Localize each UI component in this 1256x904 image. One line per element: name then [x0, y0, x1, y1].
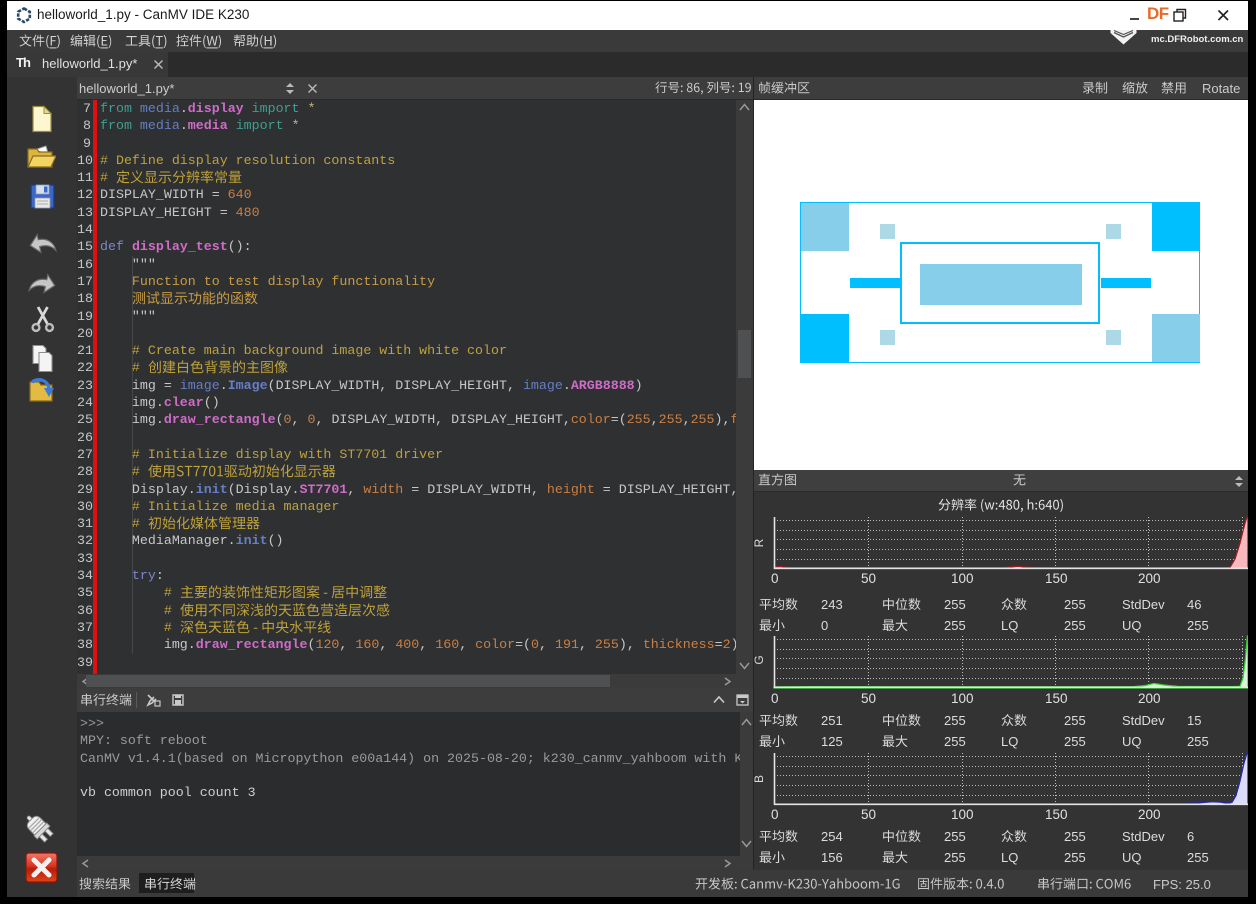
svg-text:StdDev: StdDev: [1122, 829, 1165, 844]
svg-text:50: 50: [861, 691, 876, 706]
svg-text:LQ: LQ: [1001, 734, 1018, 749]
svg-text:50: 50: [861, 571, 876, 586]
svg-text:150: 150: [1045, 691, 1068, 706]
svg-text:0: 0: [821, 618, 828, 633]
svg-text:255: 255: [944, 734, 966, 749]
svg-text:G: G: [754, 655, 766, 664]
svg-text:15: 15: [1187, 713, 1201, 728]
svg-text:251: 251: [821, 713, 843, 728]
svg-text:255: 255: [944, 597, 966, 612]
svg-text:255: 255: [1064, 713, 1086, 728]
svg-text:255: 255: [1064, 618, 1086, 633]
svg-text:LQ: LQ: [1001, 618, 1018, 633]
svg-text:255: 255: [1064, 597, 1086, 612]
svg-text:UQ: UQ: [1122, 734, 1142, 749]
svg-text:StdDev: StdDev: [1122, 597, 1165, 612]
svg-text:254: 254: [821, 829, 843, 844]
svg-text:50: 50: [861, 807, 876, 822]
svg-text:255: 255: [944, 850, 966, 865]
svg-text:255: 255: [1187, 734, 1209, 749]
svg-text:255: 255: [944, 618, 966, 633]
svg-text:255: 255: [1064, 850, 1086, 865]
svg-text:150: 150: [1045, 807, 1068, 822]
svg-text:LQ: LQ: [1001, 850, 1018, 865]
svg-text:200: 200: [1138, 691, 1161, 706]
svg-text:6: 6: [1187, 829, 1194, 844]
svg-text:125: 125: [821, 734, 843, 749]
svg-text:243: 243: [821, 597, 843, 612]
svg-text:StdDev: StdDev: [1122, 713, 1165, 728]
svg-text:255: 255: [1064, 734, 1086, 749]
svg-text:255: 255: [1064, 829, 1086, 844]
svg-text:200: 200: [1138, 571, 1161, 586]
svg-text:B: B: [754, 775, 766, 783]
svg-text:100: 100: [951, 691, 974, 706]
svg-text:255: 255: [1187, 618, 1209, 633]
svg-text:156: 156: [821, 850, 843, 865]
svg-text:UQ: UQ: [1122, 618, 1142, 633]
svg-text:150: 150: [1045, 571, 1068, 586]
svg-text:0: 0: [771, 691, 779, 706]
svg-text:200: 200: [1138, 807, 1161, 822]
svg-text:100: 100: [951, 571, 974, 586]
svg-text:100: 100: [951, 807, 974, 822]
svg-text:R: R: [754, 538, 766, 547]
svg-text:255: 255: [1187, 850, 1209, 865]
svg-text:255: 255: [944, 713, 966, 728]
svg-text:0: 0: [771, 571, 779, 586]
svg-text:UQ: UQ: [1122, 850, 1142, 865]
svg-text:255: 255: [944, 829, 966, 844]
svg-text:0: 0: [771, 807, 779, 822]
svg-text:46: 46: [1187, 597, 1201, 612]
